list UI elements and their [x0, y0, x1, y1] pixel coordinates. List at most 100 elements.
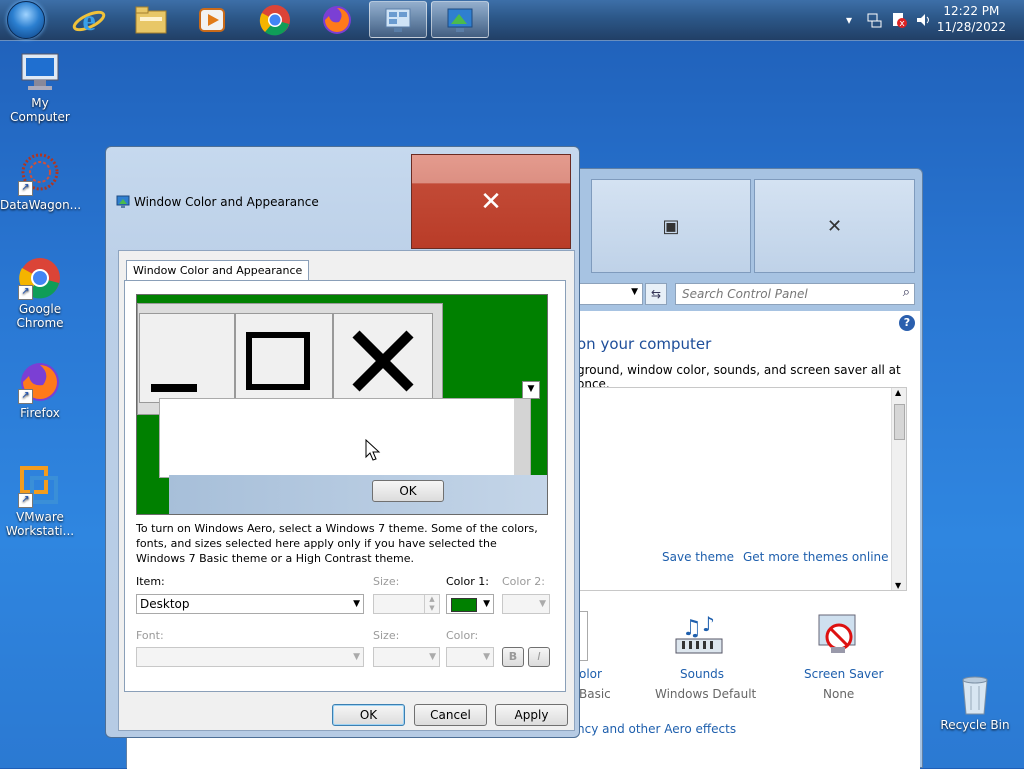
desktop-icon-datawagon[interactable]: ↗ DataWagon...	[0, 152, 81, 212]
desktop-icon-my-computer[interactable]: My Computer	[0, 50, 80, 124]
desktop-icon-vmware[interactable]: ↗ VMware Workstati...	[0, 464, 80, 538]
themes-list[interactable]: ▲ ▼ Save theme Get more themes online	[577, 387, 907, 591]
color1-picker[interactable]: ▼	[446, 594, 494, 614]
address-bar[interactable]: ▼	[579, 283, 643, 305]
show-hidden-icons-icon[interactable]: ▾	[846, 13, 852, 27]
close-button[interactable]: ✕	[754, 179, 915, 273]
shortcut-arrow-icon: ↗	[18, 181, 33, 196]
screen-saver-icon[interactable]	[813, 611, 863, 661]
taskbar-internet-explorer[interactable]: e	[60, 1, 118, 38]
item-size-spinner[interactable]: ▲ ▼	[373, 594, 440, 614]
taskbar-window-color[interactable]	[431, 1, 489, 38]
preview-close-icon	[333, 313, 433, 403]
start-button[interactable]	[0, 0, 54, 39]
desktop-icon-google-chrome[interactable]: ↗ Google Chrome	[0, 256, 80, 330]
appearance-preview[interactable]: ▼ OK	[136, 294, 548, 515]
taskbar-explorer[interactable]	[122, 1, 180, 38]
dialog-app-icon	[116, 195, 130, 209]
taskbar-firefox[interactable]	[308, 1, 366, 38]
firefox-icon: ↗	[18, 360, 62, 404]
search-icon[interactable]: ⌕	[903, 285, 910, 300]
shortcut-arrow-icon: ↗	[18, 285, 33, 300]
item-select[interactable]: Desktop ▼	[136, 594, 364, 614]
desktop-icon-label: Recycle Bin	[940, 718, 1010, 732]
desktop-icon-label: Firefox	[20, 406, 60, 420]
sounds-value: Windows Default	[655, 687, 757, 701]
color1-swatch	[451, 598, 477, 612]
color1-label: Color 1:	[446, 575, 489, 588]
search-box[interactable]: Search Control Panel ⌕	[675, 283, 915, 305]
font-select[interactable]: ▼	[136, 647, 364, 667]
window-color-icon	[447, 8, 473, 32]
taskbar-chrome[interactable]	[246, 1, 304, 38]
sounds-icon[interactable]: ♫ ♪	[674, 611, 724, 661]
screen-saver-label[interactable]: Screen Saver	[804, 667, 883, 681]
desktop-icon-label: VMware Workstati...	[5, 510, 75, 538]
vmware-icon: ↗	[18, 464, 62, 508]
action-center-icon[interactable]: x	[891, 12, 907, 31]
ok-button[interactable]: OK	[332, 704, 405, 726]
chevron-down-icon: ▼	[353, 599, 360, 609]
chevron-down-icon: ▼	[539, 599, 546, 609]
dialog-close-button[interactable]: ✕	[411, 154, 571, 249]
apply-button[interactable]: Apply	[495, 704, 568, 726]
window-color-dialog: Window Color and Appearance ✕ Window Col…	[105, 146, 580, 738]
chevron-down-icon: ▼	[483, 599, 490, 609]
refresh-icon: ⇆	[650, 287, 662, 301]
chevron-down-icon: ▼	[353, 652, 360, 662]
scroll-up-icon[interactable]: ▲	[895, 388, 901, 397]
color2-label: Color 2:	[502, 575, 545, 588]
network-icon[interactable]	[866, 12, 882, 31]
shortcut-arrow-icon: ↗	[18, 389, 33, 404]
cancel-button[interactable]: Cancel	[414, 704, 487, 726]
scrollbar-thumb[interactable]	[894, 404, 905, 440]
svg-text:♪: ♪	[702, 612, 715, 636]
preview-maximize-icon	[235, 313, 333, 403]
recycle-bin-icon	[953, 672, 997, 716]
taskbar-control-panel[interactable]	[369, 1, 427, 38]
window-color-item-label[interactable]: olor	[579, 667, 602, 681]
chrome-icon: ↗	[18, 256, 62, 300]
font-label: Font:	[136, 629, 164, 642]
preview-message-box	[159, 398, 531, 478]
desktop-icon-firefox[interactable]: ↗ Firefox	[0, 360, 80, 420]
desktop-icon-recycle-bin[interactable]: Recycle Bin	[935, 672, 1015, 732]
close-icon: ✕	[480, 186, 502, 217]
svg-text:♫: ♫	[682, 616, 702, 641]
dialog-title: Window Color and Appearance	[134, 195, 319, 209]
folder-icon	[135, 6, 167, 33]
bold-toggle[interactable]: B	[502, 647, 524, 667]
close-icon: ✕	[826, 215, 843, 237]
color2-picker[interactable]: ▼	[502, 594, 550, 614]
computer-icon	[18, 50, 62, 94]
font-size-select[interactable]: ▼	[373, 647, 440, 667]
sounds-label[interactable]: Sounds	[680, 667, 724, 681]
volume-icon[interactable]	[915, 12, 933, 31]
media-player-icon	[199, 7, 225, 32]
address-dropdown-icon[interactable]: ▼	[631, 287, 638, 297]
themes-scrollbar[interactable]: ▲ ▼	[891, 388, 906, 590]
internet-explorer-icon: e	[72, 4, 106, 37]
shortcut-arrow-icon: ↗	[18, 493, 33, 508]
italic-toggle[interactable]: I	[528, 647, 550, 667]
chrome-icon	[259, 4, 290, 35]
maximize-button[interactable]: ▣	[591, 179, 751, 273]
datawagon-icon: ↗	[18, 152, 62, 196]
taskbar: e ▾ x 12:22 PM 11/28/2022	[0, 0, 1024, 41]
spinner-icon[interactable]: ▲ ▼	[424, 595, 439, 613]
clock[interactable]: 12:22 PM 11/28/2022	[937, 3, 1006, 35]
font-color-picker[interactable]: ▼	[446, 647, 494, 667]
taskbar-media-player[interactable]	[183, 1, 241, 38]
chevron-down-icon: ▼	[429, 652, 436, 662]
save-theme-link[interactable]: Save theme	[662, 550, 734, 564]
tab-window-color-appearance[interactable]: Window Color and Appearance	[126, 260, 310, 281]
screen-saver-value: None	[823, 687, 855, 701]
refresh-button[interactable]: ⇆	[645, 283, 667, 305]
font-size-label: Size:	[373, 629, 400, 642]
get-more-themes-link[interactable]: Get more themes online	[743, 550, 889, 564]
control-panel-icon	[385, 8, 411, 32]
scroll-down-icon[interactable]: ▼	[895, 581, 901, 590]
aero-effects-link[interactable]: ncy and other Aero effects	[577, 722, 736, 736]
help-icon[interactable]: ?	[899, 315, 915, 331]
item-label: Item:	[136, 575, 165, 588]
